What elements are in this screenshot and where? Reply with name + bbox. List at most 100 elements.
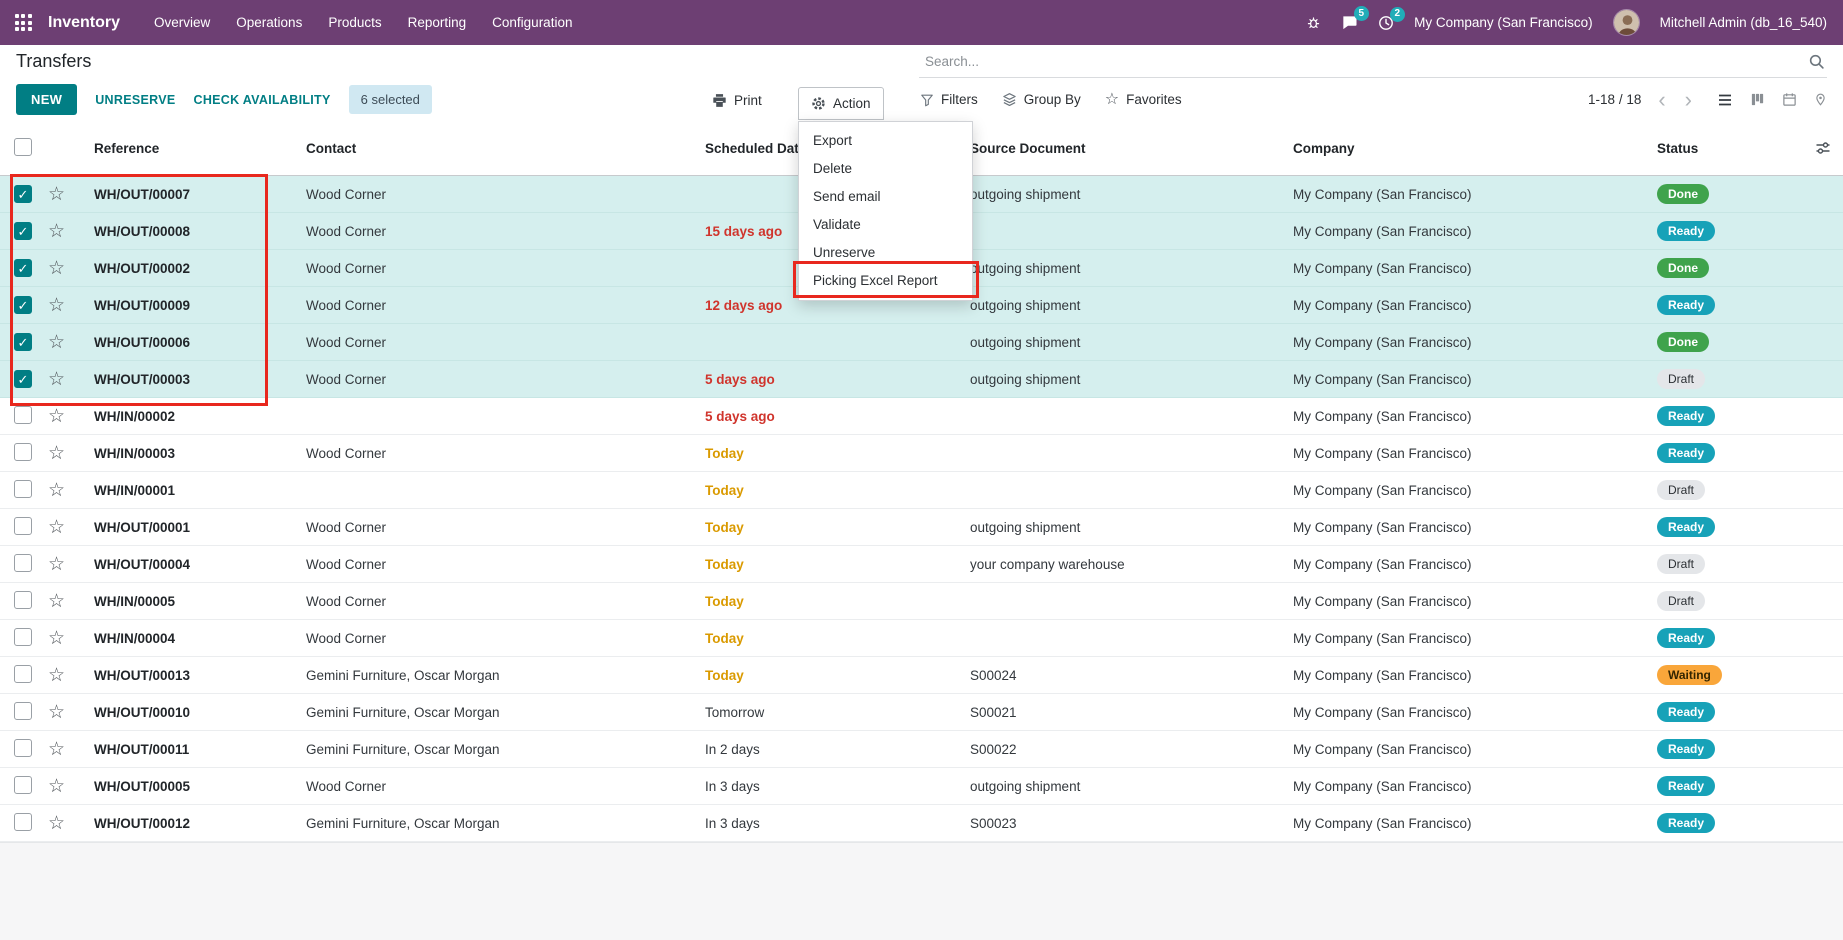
print-button[interactable]: Print: [712, 85, 762, 115]
row-checkbox[interactable]: [14, 185, 32, 203]
row-contact: Gemini Furniture, Oscar Morgan: [298, 816, 697, 831]
column-header-company[interactable]: Company: [1285, 141, 1649, 156]
row-checkbox[interactable]: [14, 480, 32, 498]
app-name[interactable]: Inventory: [48, 14, 120, 32]
favorite-star-icon[interactable]: [48, 225, 65, 240]
row-checkbox[interactable]: [14, 517, 32, 535]
row-checkbox[interactable]: [14, 739, 32, 757]
activities-button[interactable]: 2: [1378, 15, 1394, 31]
unreserve-button[interactable]: UNRESERVE: [95, 93, 175, 107]
check-availability-button[interactable]: CHECK AVAILABILITY: [194, 93, 331, 107]
row-checkbox[interactable]: [14, 443, 32, 461]
column-header-source-document[interactable]: Source Document: [962, 141, 1285, 156]
column-header-status[interactable]: Status: [1649, 141, 1843, 156]
favorite-star-icon[interactable]: [48, 299, 65, 314]
table-row[interactable]: WH/OUT/00006 Wood Corner outgoing shipme…: [0, 324, 1843, 361]
favorite-star-icon[interactable]: [48, 595, 65, 610]
user-menu[interactable]: Mitchell Admin (db_16_540): [1660, 15, 1827, 30]
row-contact: Wood Corner: [298, 446, 697, 461]
select-all-checkbox[interactable]: [14, 138, 32, 156]
table-row[interactable]: WH/OUT/00003 Wood Corner 5 days ago outg…: [0, 361, 1843, 398]
table-row[interactable]: WH/IN/00004 Wood Corner Today My Company…: [0, 620, 1843, 657]
table-row[interactable]: WH/OUT/00004 Wood Corner Today your comp…: [0, 546, 1843, 583]
action-menu-item-unreserve[interactable]: Unreserve: [799, 239, 972, 267]
row-checkbox[interactable]: [14, 296, 32, 314]
action-menu-item-delete[interactable]: Delete: [799, 155, 972, 183]
action-menu-item-export[interactable]: Export: [799, 127, 972, 155]
row-checkbox[interactable]: [14, 813, 32, 831]
pager-next-button[interactable]: [1683, 89, 1694, 111]
table-row[interactable]: WH/IN/00005 Wood Corner Today My Company…: [0, 583, 1843, 620]
action-menu-item-picking-excel-report[interactable]: Picking Excel Report: [799, 267, 972, 295]
row-checkbox[interactable]: [14, 702, 32, 720]
company-switcher[interactable]: My Company (San Francisco): [1414, 15, 1593, 30]
favorite-star-icon[interactable]: [48, 447, 65, 462]
favorite-star-icon[interactable]: [48, 632, 65, 647]
table-row[interactable]: WH/OUT/00001 Wood Corner Today outgoing …: [0, 509, 1843, 546]
favorite-star-icon[interactable]: [48, 817, 65, 832]
map-view-button[interactable]: [1814, 92, 1827, 107]
table-row[interactable]: WH/OUT/00005 Wood Corner In 3 days outgo…: [0, 768, 1843, 805]
favorite-star-icon[interactable]: [48, 410, 65, 425]
new-button[interactable]: NEW: [16, 84, 77, 115]
menu-operations[interactable]: Operations: [224, 8, 314, 37]
optional-columns-icon[interactable]: [1815, 140, 1831, 156]
favorite-star-icon[interactable]: [48, 262, 65, 277]
selected-count-badge: 6 selected: [349, 85, 432, 114]
row-checkbox[interactable]: [14, 222, 32, 240]
favorite-star-icon[interactable]: [48, 706, 65, 721]
table-row[interactable]: WH/OUT/00010 Gemini Furniture, Oscar Mor…: [0, 694, 1843, 731]
row-checkbox[interactable]: [14, 628, 32, 646]
debug-bug-icon[interactable]: [1306, 15, 1321, 30]
table-row[interactable]: WH/OUT/00012 Gemini Furniture, Oscar Mor…: [0, 805, 1843, 842]
column-header-contact[interactable]: Contact: [298, 141, 697, 156]
table-row[interactable]: WH/IN/00003 Wood Corner Today My Company…: [0, 435, 1843, 472]
menu-reporting[interactable]: Reporting: [396, 8, 479, 37]
row-checkbox[interactable]: [14, 591, 32, 609]
favorite-star-icon[interactable]: [48, 521, 65, 536]
action-button[interactable]: Action: [798, 87, 884, 120]
row-checkbox[interactable]: [14, 406, 32, 424]
row-checkbox[interactable]: [14, 370, 32, 388]
apps-menu-button[interactable]: [0, 0, 46, 45]
search-icon[interactable]: [1806, 53, 1827, 70]
row-reference: WH/IN/00005: [86, 594, 298, 609]
status-badge: Ready: [1657, 295, 1715, 315]
action-menu-item-send-email[interactable]: Send email: [799, 183, 972, 211]
favorite-star-icon[interactable]: [48, 373, 65, 388]
user-avatar[interactable]: [1613, 9, 1640, 36]
row-checkbox[interactable]: [14, 776, 32, 794]
menu-configuration[interactable]: Configuration: [480, 8, 584, 37]
menu-products[interactable]: Products: [316, 8, 393, 37]
row-company: My Company (San Francisco): [1285, 816, 1649, 831]
favorite-star-icon[interactable]: [48, 188, 65, 203]
row-checkbox[interactable]: [14, 554, 32, 572]
table-row[interactable]: WH/OUT/00013 Gemini Furniture, Oscar Mor…: [0, 657, 1843, 694]
pager-previous-button[interactable]: [1656, 89, 1667, 111]
messages-button[interactable]: 5: [1341, 14, 1358, 31]
calendar-view-button[interactable]: [1782, 92, 1797, 107]
favorites-label: Favorites: [1126, 92, 1182, 107]
table-row[interactable]: WH/IN/00002 5 days ago My Company (San F…: [0, 398, 1843, 435]
row-reference: WH/OUT/00011: [86, 742, 298, 757]
favorite-star-icon[interactable]: [48, 484, 65, 499]
table-row[interactable]: WH/OUT/00011 Gemini Furniture, Oscar Mor…: [0, 731, 1843, 768]
favorite-star-icon[interactable]: [48, 558, 65, 573]
action-menu-item-validate[interactable]: Validate: [799, 211, 972, 239]
column-header-reference[interactable]: Reference: [86, 141, 298, 156]
menu-overview[interactable]: Overview: [142, 8, 222, 37]
row-checkbox[interactable]: [14, 665, 32, 683]
filters-button[interactable]: Filters: [920, 92, 978, 107]
favorite-star-icon[interactable]: [48, 336, 65, 351]
row-checkbox[interactable]: [14, 333, 32, 351]
list-view-button[interactable]: [1717, 92, 1733, 108]
favorite-star-icon[interactable]: [48, 669, 65, 684]
table-row[interactable]: WH/IN/00001 Today My Company (San Franci…: [0, 472, 1843, 509]
favorite-star-icon[interactable]: [48, 780, 65, 795]
row-checkbox[interactable]: [14, 259, 32, 277]
favorite-star-icon[interactable]: [48, 743, 65, 758]
favorites-button[interactable]: Favorites: [1105, 92, 1182, 108]
group-by-button[interactable]: Group By: [1002, 92, 1081, 107]
search-input[interactable]: [919, 54, 1806, 69]
kanban-view-button[interactable]: [1750, 92, 1765, 107]
